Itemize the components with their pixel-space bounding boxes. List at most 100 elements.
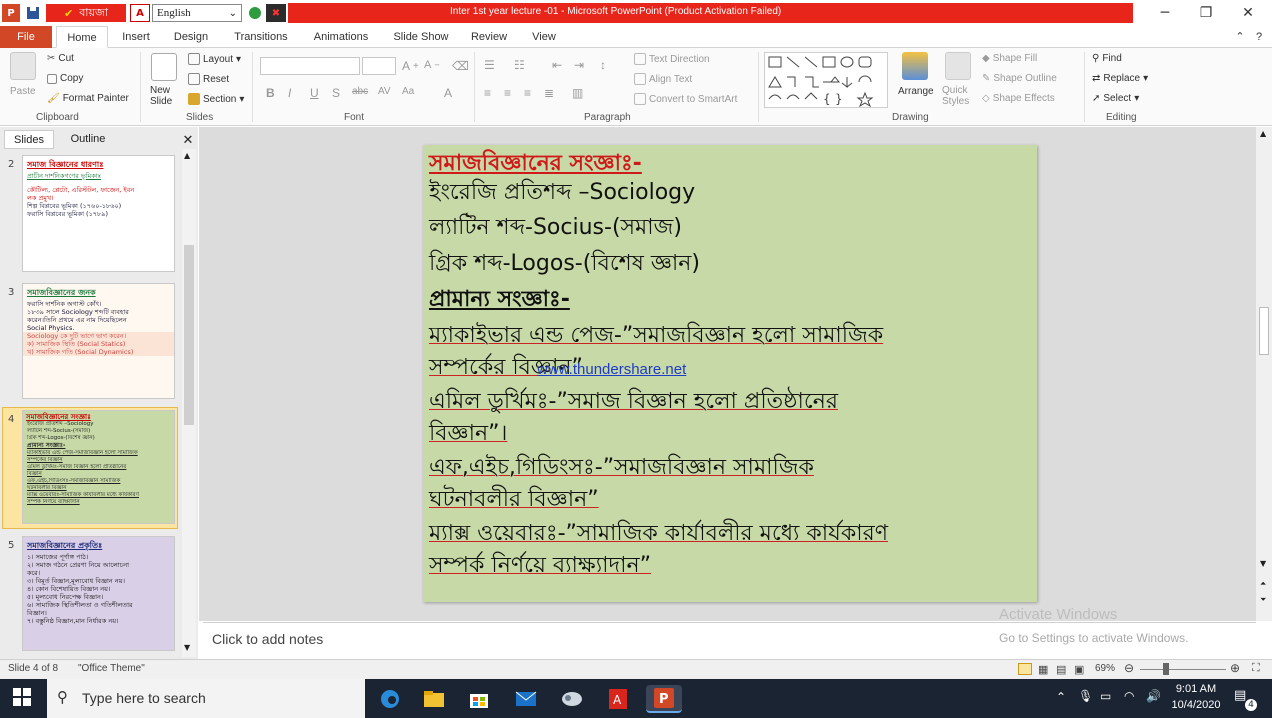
reading-view-icon[interactable]: ▤ <box>1056 663 1066 676</box>
align-left-icon[interactable]: ≡ <box>484 86 491 100</box>
previous-slide-icon[interactable]: ⏶ <box>1260 579 1266 589</box>
slide-line[interactable]: এফ,এইচ,গিডিংসঃ-”সমাজবিজ্ঞান সামাজিক <box>429 453 814 483</box>
zoom-slider-handle[interactable] <box>1163 663 1169 675</box>
shadow-icon[interactable]: S <box>332 86 340 100</box>
slide-line[interactable]: সম্পর্ক নির্ণয়ে ব্যাক্ষ্যাদান” <box>429 551 651 581</box>
clock-date[interactable]: 10/4/2020 <box>1170 699 1222 711</box>
windows-start-icon[interactable] <box>13 688 31 709</box>
scroll-up-icon[interactable]: ▲ <box>1260 129 1266 138</box>
format-painter-button[interactable]: 🖌 Format Painter <box>47 93 129 104</box>
store-icon[interactable] <box>465 685 493 713</box>
slide-line[interactable]: ঘটনাবলীর বিজ্ঞান” <box>429 485 599 515</box>
tool-icon[interactable]: ✖ <box>266 4 286 22</box>
current-slide[interactable]: সমাজবিজ্ঞানের সংজ্ঞাঃ- ইংরেজি প্রতিশব্দ … <box>423 145 1037 602</box>
file-explorer-icon[interactable] <box>420 685 448 713</box>
taskbar-search-box[interactable]: ⚲ Type here to search <box>47 679 365 718</box>
save-icon[interactable] <box>24 4 42 22</box>
slides-pane-scrollbar[interactable]: ▲ ▼ <box>182 149 196 657</box>
change-case-icon[interactable]: Aa <box>402 86 414 97</box>
tab-design[interactable]: Design <box>166 26 216 48</box>
clear-format-icon[interactable]: ⌫ <box>452 59 469 73</box>
slide-subheading[interactable]: প্রামান্য সংজ্ঞাঃ- <box>429 285 570 315</box>
app-icon[interactable] <box>558 685 586 713</box>
tab-review[interactable]: Review <box>464 26 514 48</box>
microphone-icon[interactable]: 🎙 <box>1078 689 1093 703</box>
normal-view-icon[interactable] <box>1018 663 1032 675</box>
align-right-icon[interactable]: ≡ <box>524 86 531 100</box>
new-slide-icon[interactable] <box>151 53 177 81</box>
align-center-icon[interactable]: ≡ <box>504 86 511 100</box>
align-text-button[interactable]: Align Text <box>634 73 692 85</box>
slide-line[interactable]: ম্যাক্স ওয়েবারঃ-”সামাজিক কার্যাবলীর মধ্… <box>429 519 888 549</box>
maximize-icon[interactable]: ❐ <box>1186 3 1226 23</box>
scroll-thumb[interactable] <box>1259 307 1269 355</box>
columns-icon[interactable]: ▥ <box>572 86 583 100</box>
line-spacing-icon[interactable]: ↕ <box>600 58 606 72</box>
cut-button[interactable]: ✂ Cut <box>47 53 74 64</box>
char-spacing-icon[interactable]: AV <box>378 86 391 97</box>
tab-home[interactable]: Home <box>56 26 108 48</box>
underline-icon[interactable]: U <box>310 86 319 100</box>
justify-icon[interactable]: ≣ <box>544 86 554 100</box>
slide-thumbnail-5[interactable]: সমাজবিজ্ঞানের প্রকৃতিঃ ১। সমাজের পূর্ণাঙ… <box>22 536 175 651</box>
scroll-up-icon[interactable]: ▲ <box>184 151 190 160</box>
section-button[interactable]: Section ▾ <box>188 93 244 105</box>
zoom-in-icon[interactable]: ⊕ <box>1230 661 1240 675</box>
italic-icon[interactable]: I <box>288 86 291 100</box>
numbering-icon[interactable]: ☷ <box>514 58 525 72</box>
shapes-gallery[interactable]: {} <box>764 52 888 108</box>
volume-icon[interactable]: 🔊 <box>1146 689 1161 703</box>
slide-sorter-icon[interactable]: ▦ <box>1038 663 1048 676</box>
zoom-slider[interactable] <box>1140 669 1226 670</box>
close-pane-icon[interactable]: ✕ <box>180 130 196 149</box>
slide-line[interactable]: এমিল ডুর্খিমঃ-”সমাজ বিজ্ঞান হলো প্রতিষ্ঠ… <box>429 387 838 417</box>
slide-thumbnail-2[interactable]: সমাজ বিজ্ঞানের ধারণাঃ প্রাচীন দার্শনিকগণ… <box>22 155 175 272</box>
slide-thumbnail-3[interactable]: সমাজবিজ্ঞানের জনক ফরাসি দার্শনিক অগাস্ট … <box>22 283 175 399</box>
layout-button[interactable]: Layout ▾ <box>188 53 241 65</box>
font-a-icon[interactable]: A <box>130 4 150 22</box>
new-slide-button[interactable]: New Slide <box>150 85 180 107</box>
tab-slide-show[interactable]: Slide Show <box>386 26 456 48</box>
zoom-level[interactable]: 69% <box>1095 663 1115 674</box>
minimize-ribbon-icon[interactable]: ⌃ <box>1232 26 1248 48</box>
shrink-font-icon[interactable]: A − <box>424 59 440 71</box>
text-direction-button[interactable]: Text Direction <box>634 53 710 65</box>
fit-slide-icon[interactable]: ⛶ <box>1252 662 1260 675</box>
notes-placeholder[interactable]: Click to add notes <box>212 631 323 647</box>
slide-line[interactable]: ইংরেজি প্রতিশব্দ –Sociology <box>429 178 695 208</box>
shape-outline-button[interactable]: ✎ Shape Outline <box>982 73 1057 84</box>
quick-styles-icon[interactable] <box>945 52 971 80</box>
close-icon[interactable]: ✕ <box>1228 3 1268 23</box>
increase-indent-icon[interactable]: ⇥ <box>574 58 584 72</box>
slide-title[interactable]: সমাজবিজ্ঞানের সংজ্ঞাঃ- <box>429 149 642 179</box>
wifi-icon[interactable]: ◠ <box>1124 689 1134 703</box>
bijoy-keyboard-app[interactable]: ✔ বায়জা <box>46 4 126 22</box>
minimize-icon[interactable]: ─ <box>1145 3 1185 23</box>
tab-animations[interactable]: Animations <box>306 26 376 48</box>
grow-font-icon[interactable]: A + <box>402 59 419 73</box>
paste-icon[interactable] <box>10 52 36 80</box>
chevron-up-icon[interactable]: ⌃ <box>1056 690 1066 704</box>
tab-file[interactable]: File <box>0 26 52 48</box>
shape-fill-button[interactable]: ◆ Shape Fill <box>982 53 1037 64</box>
scroll-thumb[interactable] <box>184 245 194 425</box>
editor-scrollbar[interactable]: ▲ ▼ ⏶ ⏷ <box>1256 127 1272 621</box>
convert-smartart-button[interactable]: Convert to SmartArt <box>634 93 737 105</box>
tab-outline[interactable]: Outline <box>58 130 118 149</box>
arrange-button[interactable]: Arrange <box>898 86 934 97</box>
slide-thumbnail-4[interactable]: সমাজবিজ্ঞানের সংজ্ঞাঃ ইংরেজি প্রতিশব্দ –… <box>22 410 175 524</box>
find-button[interactable]: ⚲ Find <box>1092 53 1122 64</box>
replace-button[interactable]: ⇄ Replace ▾ <box>1092 73 1148 84</box>
decrease-indent-icon[interactable]: ⇤ <box>552 58 562 72</box>
clock-time[interactable]: 9:01 AM <box>1170 683 1222 695</box>
paste-button[interactable]: Paste <box>10 86 36 97</box>
powerpoint-taskbar-icon[interactable]: P <box>646 685 682 713</box>
tab-view[interactable]: View <box>522 26 566 48</box>
mail-icon[interactable] <box>512 685 540 713</box>
font-family-combo[interactable] <box>260 57 360 75</box>
globe-icon[interactable] <box>246 4 264 22</box>
quick-styles-button[interactable]: Quick Styles <box>942 85 974 107</box>
tab-insert[interactable]: Insert <box>112 26 160 48</box>
shape-effects-button[interactable]: ◇ Shape Effects <box>982 93 1055 104</box>
help-icon[interactable]: ? <box>1250 26 1268 48</box>
